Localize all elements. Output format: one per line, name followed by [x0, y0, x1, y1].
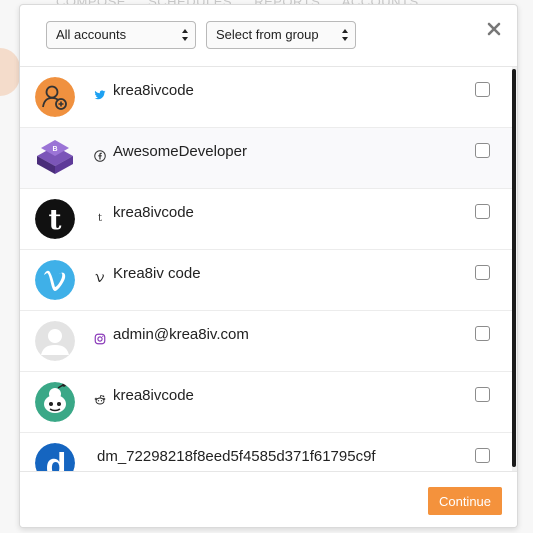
group-select[interactable]: Select from group	[206, 21, 356, 49]
svg-text:t: t	[98, 213, 102, 223]
instagram-icon	[94, 333, 106, 345]
account-name: krea8ivcode	[113, 387, 194, 404]
vimeo-icon	[95, 273, 104, 282]
account-checkbox[interactable]	[475, 265, 490, 280]
svg-text:d: d	[46, 447, 67, 471]
account-checkbox[interactable]	[475, 448, 490, 463]
background-avatar	[0, 48, 20, 96]
svg-text:B: B	[52, 146, 57, 153]
list-scrollbar[interactable]	[512, 67, 517, 471]
avatar	[35, 77, 75, 117]
account-checkbox[interactable]	[475, 143, 490, 158]
facebook-icon	[94, 150, 106, 162]
close-icon[interactable]	[487, 22, 501, 36]
avatar	[35, 382, 75, 422]
avatar: t	[35, 199, 75, 239]
account-name: krea8ivcode	[113, 204, 194, 221]
scrollbar-thumb[interactable]	[512, 69, 516, 467]
account-row[interactable]: B AwesomeDeveloper	[20, 128, 512, 189]
avatar	[35, 260, 75, 300]
account-name: Krea8iv code	[113, 265, 201, 282]
account-row[interactable]: d dm_72298218f8eed5f4585d371f61795c9f	[20, 433, 512, 471]
avatar: B	[35, 138, 75, 178]
avatar: d	[35, 443, 75, 471]
account-checkbox[interactable]	[475, 326, 490, 341]
account-name: admin@krea8iv.com	[113, 326, 249, 343]
group-select-value: Select from group	[216, 27, 319, 42]
accounts-select[interactable]: All accounts	[46, 21, 196, 49]
tumblr-icon: t	[98, 213, 102, 223]
account-name: krea8ivcode	[113, 82, 194, 99]
account-name: dm_72298218f8eed5f4585d371f61795c9f	[97, 448, 376, 465]
account-picker-modal: All accounts Select from group krea8ivco…	[19, 4, 518, 528]
modal-footer: Continue	[20, 471, 517, 527]
account-row[interactable]: t t krea8ivcode	[20, 189, 512, 250]
account-row[interactable]: krea8ivcode	[20, 67, 512, 128]
twitter-icon	[94, 90, 106, 100]
account-row[interactable]: krea8ivcode	[20, 372, 512, 433]
account-checkbox[interactable]	[475, 387, 490, 402]
account-checkbox[interactable]	[475, 204, 490, 219]
continue-button[interactable]: Continue	[428, 487, 502, 515]
account-list: krea8ivcode B AwesomeDeveloper t t krea8…	[20, 67, 512, 471]
account-checkbox[interactable]	[475, 82, 490, 97]
modal-header: All accounts Select from group	[20, 5, 517, 67]
account-row[interactable]: admin@krea8iv.com	[20, 311, 512, 372]
accounts-select-value: All accounts	[56, 27, 127, 42]
svg-text:t: t	[49, 203, 62, 236]
avatar	[35, 321, 75, 361]
account-name: AwesomeDeveloper	[113, 143, 247, 160]
account-row[interactable]: Krea8iv code	[20, 250, 512, 311]
select-arrows-icon	[342, 29, 348, 41]
reddit-icon	[94, 395, 106, 405]
select-arrows-icon	[182, 29, 188, 41]
